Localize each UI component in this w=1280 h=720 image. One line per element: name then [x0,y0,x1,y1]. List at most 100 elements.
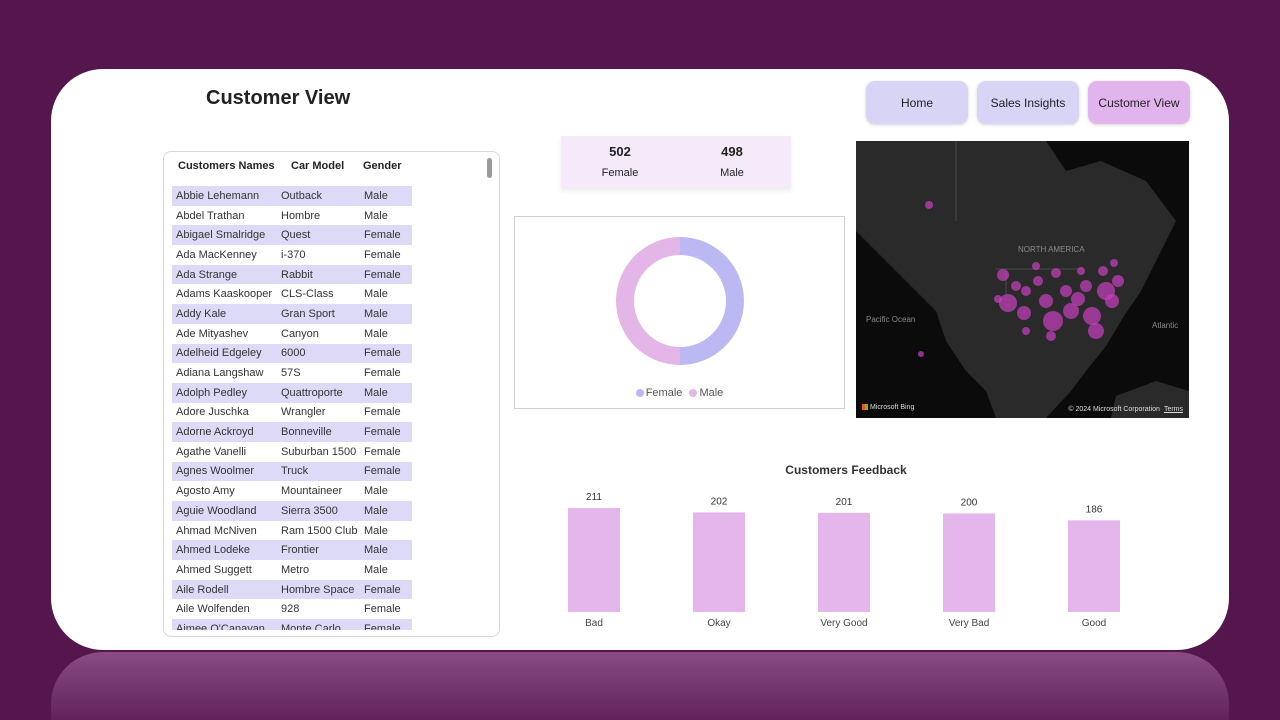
donut-slice-female[interactable] [679,237,744,365]
feedback-bar-very-good[interactable] [818,512,870,612]
map-bubble[interactable] [1105,294,1119,308]
table-row[interactable]: Ahmed Lodeke Frontier Male [172,540,412,561]
legend-male-label[interactable]: Male [699,387,723,399]
cell-car-model: Suburban 1500 [281,445,357,458]
page-title: Customer View [206,87,351,109]
table-row[interactable]: Adore Juschka Wrangler Female [172,403,412,423]
map-bubble[interactable] [1032,262,1040,270]
cell-gender: Male [364,288,388,301]
map-bubble[interactable] [1043,311,1063,331]
map-bubble[interactable] [1060,285,1072,297]
map-bubble[interactable] [999,294,1017,312]
map-bubble[interactable] [1110,259,1118,267]
feedback-bar-chart[interactable]: 211 Bad 202 Okay 201 Very Good 200 Very Bad 186 G… [551,479,1151,629]
cell-customer-name: Agathe Vanelli [176,445,247,458]
table-row[interactable]: Aile Wolfenden 928 Female [172,599,412,619]
terms-link[interactable]: Terms [1164,406,1183,413]
table-row[interactable]: Adolph Pedley Quattroporte Male [172,382,412,403]
cell-customer-name: Adelheid Edgeley [176,347,262,360]
table-row[interactable]: Aile Rodell Hombre Space Female [172,579,412,600]
map-bubble[interactable] [925,201,933,209]
map-bubble[interactable] [1098,266,1108,276]
cell-customer-name: Abbie Lehemann [176,189,260,202]
column-header-car-model[interactable]: Car Model [285,160,357,182]
map-bubble[interactable] [1022,327,1030,335]
table-row[interactable]: Ada MacKenney i-370 Female [172,245,412,265]
table-row[interactable]: Adams Kaaskooper CLS-Class Male [172,284,412,304]
cell-customer-name: Ade Mityashev [176,327,249,340]
cell-car-model: Monte Carlo [281,622,341,630]
map-bubble[interactable] [1080,280,1092,292]
table-row[interactable]: Abdel Trathan Hombre Male [172,206,412,226]
nav-home-button[interactable]: Home [866,81,968,124]
table-row[interactable]: Agosto Amy Mountaineer Male [172,481,412,501]
map-bubble[interactable] [1088,323,1104,339]
donut-slice-male[interactable] [615,237,680,365]
table-row[interactable]: Aimee O'Canavan Monte Carlo Female [172,619,412,630]
table-row[interactable]: Abbie Lehemann Outback Male [172,186,412,206]
map-bubble[interactable] [1083,307,1101,325]
nav-sales-insights-button[interactable]: Sales Insights [977,81,1079,124]
legend-male-swatch [689,389,698,397]
bar-category-label: Bad [585,618,603,629]
map-bubble[interactable] [1112,275,1124,287]
gender-donut-chart[interactable]: Female Male [514,216,845,409]
kpi-female-value: 502 [609,144,631,159]
customer-table[interactable]: Customers Names Car Model Gender Abbie L… [163,151,500,637]
table-row[interactable]: Adiana Langshaw 57S Female [172,363,412,383]
cell-car-model: CLS-Class [281,288,334,301]
map-bubble[interactable] [1046,331,1056,341]
feedback-bar-good[interactable] [1068,520,1120,612]
feedback-bar-bad[interactable] [568,508,620,612]
map-bubble[interactable] [1077,267,1085,275]
map-bubble[interactable] [1017,306,1031,320]
cell-car-model: Gran Sport [281,307,335,320]
table-row[interactable]: Ade Mityashev Canyon Male [172,324,412,344]
cell-customer-name: Agosto Amy [176,485,235,498]
table-row[interactable]: Addy Kale Gran Sport Male [172,304,412,324]
column-header-customer-name[interactable]: Customers Names [172,160,285,182]
table-row[interactable]: Ahmad McNiven Ram 1500 Club Male [172,521,412,541]
table-row[interactable]: Abigael Smalridge Quest Female [172,225,412,246]
column-header-gender[interactable]: Gender [357,160,417,182]
map-label-continent: NORTH AMERICA [1018,245,1085,254]
map-bubble[interactable] [1039,294,1053,308]
kpi-male-value: 498 [721,144,743,159]
kpi-male: 498 Male [692,144,772,179]
table-row[interactable]: Ada Strange Rabbit Female [172,264,412,285]
cell-gender: Male [364,307,388,320]
cell-gender: Female [364,622,401,630]
map-bubble[interactable] [1071,292,1085,306]
table-row[interactable]: Adelheid Edgeley 6000 Female [172,343,412,364]
nav-customer-view-button[interactable]: Customer View [1088,81,1190,124]
cell-customer-name: Adore Juschka [176,406,249,419]
table-row[interactable]: Adorne Ackroyd Bonneville Female [172,422,412,442]
cell-car-model: Outback [281,189,322,202]
map-bubble[interactable] [997,269,1009,281]
cell-gender: Female [364,248,401,261]
cell-gender: Male [364,524,388,537]
cell-gender: Female [364,229,401,242]
map-bubble[interactable] [1033,276,1043,286]
table-scrollbar[interactable] [487,158,492,178]
cell-customer-name: Abigael Smalridge [176,229,266,242]
cell-car-model: Metro [281,563,310,576]
table-row[interactable]: Agnes Woolmer Truck Female [172,461,412,482]
map-bubble[interactable] [1021,286,1031,296]
feedback-bar-very-bad[interactable] [943,513,995,612]
map-bubble[interactable] [1051,268,1061,278]
legend-female-label[interactable]: Female [646,387,683,399]
bar-value-label: 200 [961,497,978,508]
table-row[interactable]: Ahmed Suggett Metro Male [172,560,412,580]
map-bubble[interactable] [994,295,1002,303]
table-row[interactable]: Aguie Woodland Sierra 3500 Male [172,501,412,521]
cell-gender: Female [364,445,401,458]
feedback-bar-okay[interactable] [693,512,745,612]
bar-category-label: Very Good [820,618,867,629]
customer-map[interactable]: NORTH AMERICA Pacific Ocean Atlantic Mic… [856,141,1189,418]
map-bubble[interactable] [918,351,924,357]
map-bubble[interactable] [1011,281,1021,291]
cell-car-model: Canyon [281,327,319,340]
table-row[interactable]: Agathe Vanelli Suburban 1500 Female [172,442,412,462]
cell-car-model: Quest [281,229,311,242]
